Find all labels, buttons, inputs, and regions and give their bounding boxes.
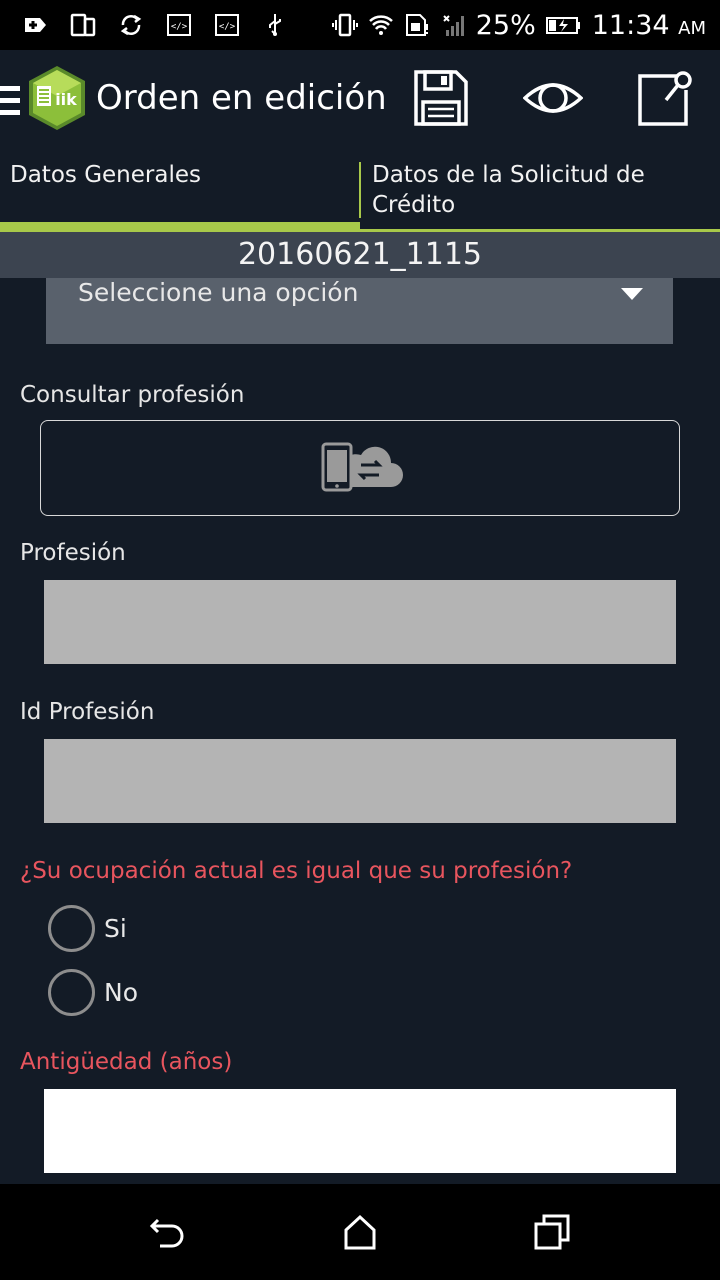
system-nav-bar [0,1184,720,1280]
code-icon: </> [167,14,191,36]
svg-text:</>: </> [219,22,236,32]
recent-apps-icon[interactable] [532,1212,572,1252]
sync-icon [120,14,142,36]
ocupacion-question: ¿Su ocupación actual es igual que su pro… [20,858,573,884]
radio-button[interactable] [48,969,95,1016]
select-value: Seleccione una opción [78,278,359,307]
home-icon[interactable] [340,1212,380,1252]
page-title: Orden en edición [96,78,387,118]
tab-label: Datos de la Solicitud de Crédito [372,162,645,218]
clock-time: 11:34 [591,9,670,41]
menu-icon[interactable] [0,86,20,116]
radio-option-si[interactable]: Si [48,905,127,952]
tab-datos-generales[interactable]: Datos Generales [0,150,360,232]
id-profesion-label: Id Profesión [20,699,155,725]
antiguedad-field[interactable] [44,1089,676,1173]
cloud-sync-icon [321,442,403,492]
clock-ampm: AM [678,17,706,39]
form-content[interactable]: Seleccione una opción Consultar profesió… [0,278,720,1183]
back-icon[interactable] [148,1212,188,1252]
edit-note-icon[interactable] [634,68,694,128]
tab-bar: Datos Generales Datos de la Solicitud de… [0,150,720,232]
wifi-icon [368,15,393,35]
radio-button[interactable] [48,905,95,952]
signal-icon [443,15,464,36]
tab-datos-solicitud-credito[interactable]: Datos de la Solicitud de Crédito [360,150,720,232]
chevron-down-icon [621,288,643,300]
usb-icon [269,14,281,36]
battery-charging-icon [545,17,580,34]
status-bar: </> </> 25% 11:34 AM [0,0,720,50]
logo-text: iik [55,90,77,109]
radio-label: Si [104,914,127,943]
tab-label: Datos Generales [10,162,201,188]
sim-alert-icon [405,14,428,36]
option-select[interactable]: Seleccione una opción [46,278,673,344]
vibrate-icon [331,13,358,37]
app-bar: iik Orden en edición [0,50,720,150]
battery-percent: 25% [475,9,536,41]
view-icon[interactable] [523,68,583,128]
save-icon[interactable] [410,68,470,128]
app-logo: iik [29,66,85,130]
antiguedad-label: Antigüedad (años) [20,1049,233,1075]
devices-icon [70,13,96,37]
radio-label: No [104,978,138,1007]
profesion-label: Profesión [20,540,126,566]
consultar-profesion-label: Consultar profesión [20,382,245,408]
active-tab-indicator [0,222,360,232]
svg-text:</>: </> [171,22,188,32]
add-notification-icon [25,18,46,32]
clock: 11:34 AM [592,10,706,41]
order-id: 20160621_1115 [0,232,720,278]
code-icon-2: </> [215,14,239,36]
profesion-field[interactable] [44,580,676,664]
id-profesion-field[interactable] [44,739,676,823]
radio-option-no[interactable]: No [48,969,138,1016]
consultar-profesion-button[interactable] [40,420,680,516]
